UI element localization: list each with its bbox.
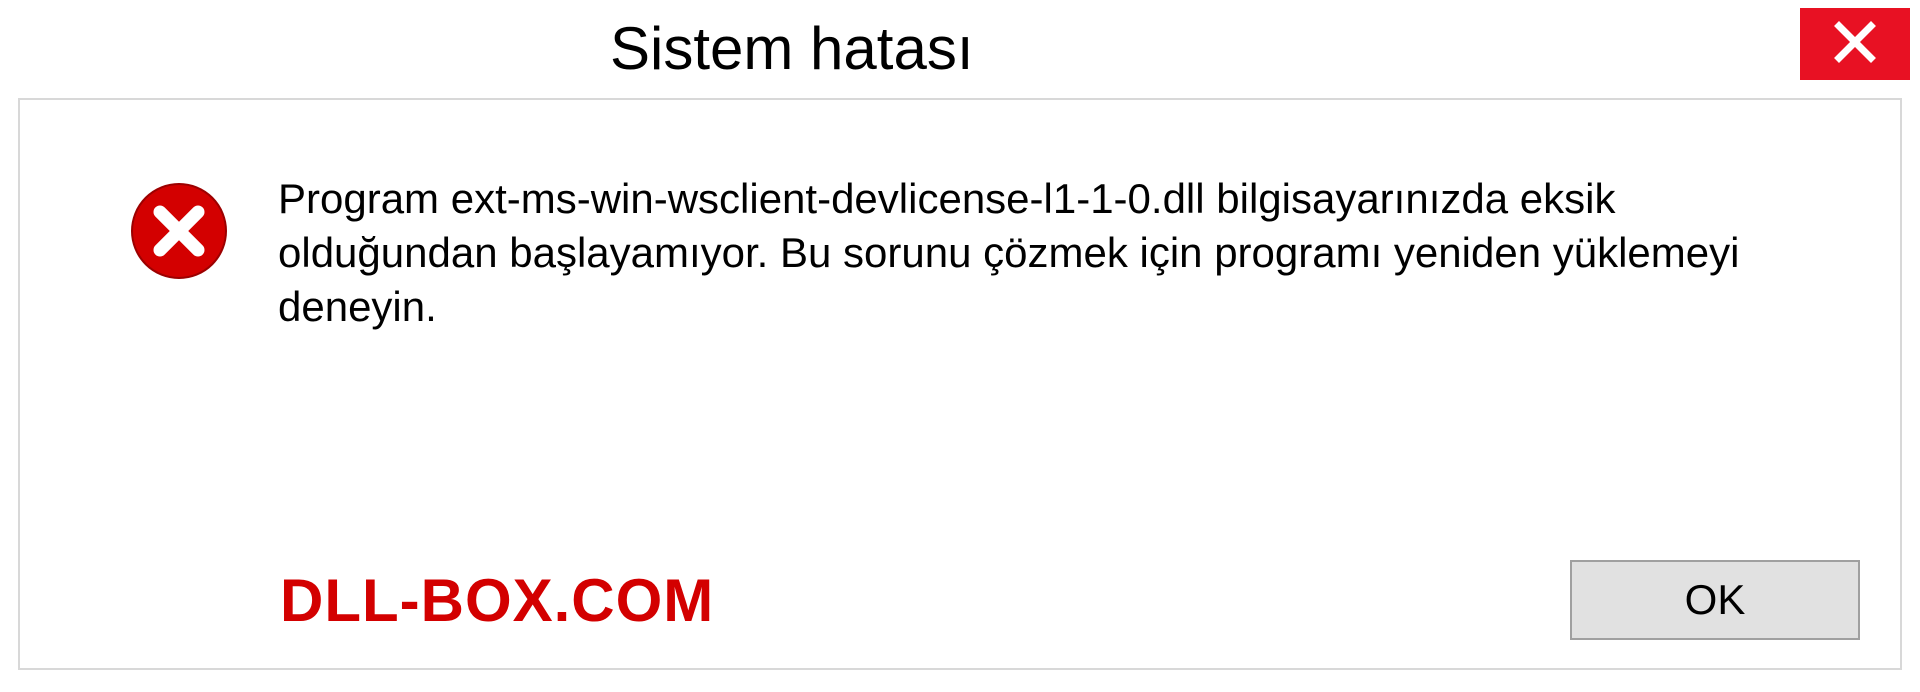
- ok-button[interactable]: OK: [1570, 560, 1860, 640]
- ok-button-label: OK: [1685, 576, 1746, 624]
- watermark-text: DLL-BOX.COM: [280, 566, 714, 635]
- close-icon: [1833, 20, 1877, 69]
- close-button[interactable]: [1800, 8, 1910, 80]
- dialog-footer: DLL-BOX.COM OK: [20, 560, 1900, 640]
- error-icon: [130, 182, 228, 285]
- titlebar: Sistem hatası: [0, 0, 1920, 96]
- dialog-title: Sistem hatası: [610, 14, 974, 83]
- message-row: Program ext-ms-win-wsclient-devlicense-l…: [20, 100, 1900, 333]
- dialog-content: Program ext-ms-win-wsclient-devlicense-l…: [18, 98, 1902, 670]
- error-message: Program ext-ms-win-wsclient-devlicense-l…: [278, 172, 1820, 333]
